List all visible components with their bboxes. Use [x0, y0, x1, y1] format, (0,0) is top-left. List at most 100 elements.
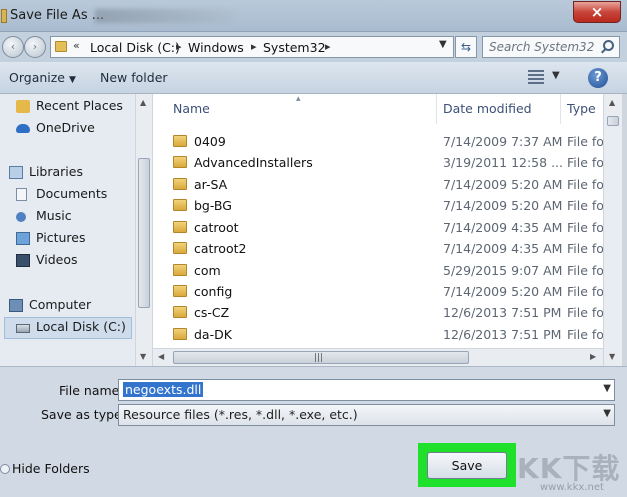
address-bar[interactable]: « Local Disk (C:) ▸ Windows ▸ System32 ▸…	[50, 36, 454, 58]
breadcrumb-system32[interactable]: System32	[263, 40, 326, 55]
save-type-select[interactable]: Resource files (*.res, *.dll, *.exe, etc…	[118, 404, 615, 426]
sort-caret-icon: ▴	[296, 94, 301, 104]
file-type: File fold	[567, 198, 603, 213]
chevron-down-icon[interactable]: ▼	[552, 70, 560, 81]
file-date: 7/14/2009 5:20 AM	[443, 198, 563, 213]
table-row[interactable]: da-DK 12/6/2013 7:51 PM File fold	[153, 324, 603, 345]
folder-icon	[173, 221, 187, 233]
save-button[interactable]: Save	[427, 452, 507, 479]
hide-folders-label: Hide Folders	[12, 461, 90, 476]
column-header-type[interactable]: Type	[567, 94, 596, 124]
scroll-right-arrow-icon[interactable]: ▶	[590, 352, 596, 361]
watermark-url: www.kkx.net	[540, 482, 604, 493]
column-header-date[interactable]: Date modified	[443, 94, 532, 124]
file-name: da-DK	[194, 327, 232, 342]
chevron-down-icon[interactable]: ▼	[439, 39, 447, 50]
table-row[interactable]: 0409 7/14/2009 7:37 AM File fold	[153, 131, 603, 152]
scroll-up-arrow-icon[interactable]: ▲	[140, 98, 146, 107]
file-type: File fold	[567, 327, 603, 342]
folder-icon	[173, 156, 187, 168]
table-row[interactable]: config 7/14/2009 5:20 AM File fold	[153, 281, 603, 302]
nav-item-label: Videos	[36, 252, 78, 267]
scrollbar-grip-icon: |||	[314, 353, 324, 363]
pictures-icon	[16, 232, 30, 245]
file-list-vertical-scrollbar[interactable]: ▲ ▼	[603, 94, 622, 366]
table-row[interactable]: catroot2 7/14/2009 4:35 AM File fold	[153, 238, 603, 259]
folder-icon	[173, 306, 187, 318]
file-date: 7/14/2009 4:35 AM	[443, 241, 563, 256]
scroll-down-arrow-icon[interactable]: ▼	[140, 352, 146, 361]
scrollbar-thumb[interactable]: |||	[173, 351, 469, 364]
recent-places-icon	[16, 100, 30, 113]
chevron-down-icon[interactable]: ▼	[603, 408, 611, 419]
search-icon[interactable]	[603, 40, 614, 51]
table-row[interactable]: com 5/29/2015 9:07 AM File fold	[153, 260, 603, 281]
navigation-pane: Recent Places OneDrive Libraries Documen…	[0, 94, 152, 366]
file-type: File fold	[567, 134, 603, 149]
column-header-name[interactable]: Name	[173, 94, 210, 124]
scroll-down-arrow-icon[interactable]: ▼	[609, 352, 615, 361]
folder-icon	[173, 285, 187, 297]
file-date: 7/14/2009 5:20 AM	[443, 284, 563, 299]
nav-pane-scrollbar[interactable]: ▲ ▼	[135, 94, 152, 366]
title-bar: Save File As ... ×	[0, 0, 627, 32]
onedrive-icon	[16, 124, 30, 133]
new-folder-button[interactable]: New folder	[100, 70, 168, 85]
chevron-down-icon[interactable]: ▼	[603, 383, 611, 394]
scrollbar-thumb[interactable]	[138, 158, 150, 308]
file-name: cs-CZ	[194, 305, 230, 320]
column-separator[interactable]	[436, 94, 437, 124]
back-button[interactable]: ‹	[2, 36, 24, 58]
breadcrumb-local-disk[interactable]: Local Disk (C:)	[90, 40, 180, 55]
search-placeholder: Search System32	[489, 40, 595, 54]
search-input[interactable]: Search System32	[482, 36, 620, 58]
file-name: AdvancedInstallers	[194, 155, 313, 170]
address-row: ‹ › « Local Disk (C:) ▸ Windows ▸ System…	[0, 32, 627, 62]
file-name: bg-BG	[194, 198, 232, 213]
address-overflow[interactable]: «	[73, 39, 80, 52]
file-name: ar-SA	[194, 177, 228, 192]
scroll-left-arrow-icon[interactable]: ◀	[158, 352, 164, 361]
chevron-right-icon[interactable]: ▸	[176, 40, 182, 53]
table-row[interactable]: ar-SA 7/14/2009 5:20 AM File fold	[153, 174, 603, 195]
scroll-up-arrow-icon[interactable]: ▲	[609, 98, 615, 107]
libraries-icon	[9, 166, 23, 179]
file-date: 3/19/2011 12:58 ...	[443, 155, 563, 170]
nav-item-label: Music	[36, 208, 72, 223]
file-type: File fold	[567, 263, 603, 278]
app-icon	[1, 9, 7, 23]
close-button[interactable]: ×	[573, 1, 621, 23]
file-date: 7/14/2009 5:20 AM	[443, 177, 563, 192]
table-row[interactable]: catroot 7/14/2009 4:35 AM File fold	[153, 217, 603, 238]
file-date: 12/6/2013 7:51 PM	[443, 305, 562, 320]
chevron-right-icon[interactable]: ▸	[251, 40, 257, 53]
refresh-button[interactable]: ⇆	[455, 36, 477, 58]
file-list-horizontal-scrollbar[interactable]: ◀ ||| ▶	[153, 348, 603, 366]
computer-icon	[9, 299, 23, 312]
chevron-right-icon[interactable]: ▸	[325, 40, 331, 53]
hide-folders-button[interactable]: Hide Folders	[0, 461, 90, 476]
nav-item-label: Local Disk (C:)	[36, 319, 126, 334]
table-row[interactable]: bg-BG 7/14/2009 5:20 AM File fold	[153, 195, 603, 216]
nav-item-label: Documents	[36, 186, 108, 201]
file-name-value[interactable]: negoexts.dll	[123, 382, 204, 397]
views-icon[interactable]	[528, 70, 544, 84]
local-disk-icon	[16, 324, 30, 333]
breadcrumb-windows[interactable]: Windows	[188, 40, 244, 55]
scrollbar-thumb[interactable]	[607, 116, 619, 126]
folder-icon	[173, 135, 187, 147]
folder-icon	[173, 328, 187, 340]
table-row[interactable]: AdvancedInstallers 3/19/2011 12:58 ... F…	[153, 152, 603, 173]
forward-button[interactable]: ›	[24, 36, 46, 58]
table-row[interactable]: cs-CZ 12/6/2013 7:51 PM File fold	[153, 302, 603, 323]
documents-icon	[16, 188, 27, 201]
file-name: com	[194, 263, 221, 278]
file-name-input[interactable]: negoexts.dll ▼	[118, 379, 615, 401]
help-icon[interactable]: ?	[588, 68, 608, 88]
file-name-label: File name:	[59, 383, 124, 398]
nav-item-label: OneDrive	[36, 120, 95, 135]
organize-button[interactable]: Organize ▼	[9, 70, 76, 85]
column-separator[interactable]	[560, 94, 561, 124]
collapse-arrow-icon	[0, 464, 10, 474]
file-date: 5/29/2015 9:07 AM	[443, 263, 563, 278]
